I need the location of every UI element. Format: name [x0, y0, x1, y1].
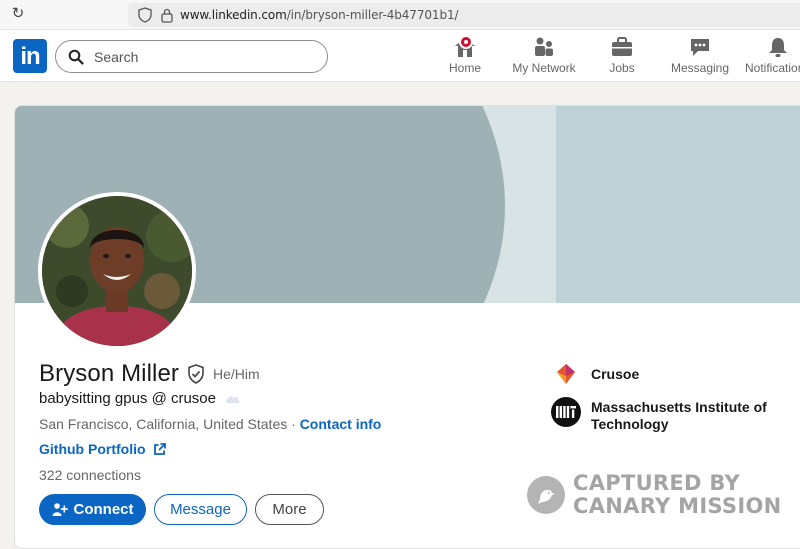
linkedin-logo[interactable]: in: [13, 39, 47, 73]
watermark-line-2: CANARY MISSION: [573, 494, 782, 518]
search-icon: [68, 49, 84, 65]
crusoe-logo-icon: [551, 362, 581, 386]
external-link-icon: [153, 442, 166, 455]
location-text: San Francisco, California, United States: [39, 416, 288, 432]
message-button[interactable]: Message: [154, 494, 247, 525]
nav-item-jobs[interactable]: Jobs: [600, 36, 644, 80]
top-navigation: in Home My Network Jobs Messaging Notifi…: [0, 30, 800, 82]
shield-icon[interactable]: [138, 7, 152, 23]
network-icon: [535, 37, 553, 56]
separator: ·: [287, 416, 300, 432]
connections-count: 322 connections: [39, 467, 141, 483]
portfolio-link[interactable]: Github Portfolio: [39, 441, 166, 457]
lock-icon[interactable]: [160, 7, 174, 23]
bell-icon: [769, 38, 787, 57]
search-input[interactable]: [94, 46, 314, 68]
mit-logo-icon: [551, 397, 581, 427]
location-row: San Francisco, California, United States…: [39, 416, 381, 432]
messaging-icon: [691, 39, 709, 56]
headline-text: babysitting gpus @ crusoe: [39, 390, 216, 407]
search-box[interactable]: [55, 40, 328, 73]
contact-info-link[interactable]: Contact info: [300, 416, 382, 432]
pronouns: He/Him: [213, 366, 260, 382]
profile-name-row: Bryson Miller He/Him: [39, 359, 260, 389]
more-button[interactable]: More: [255, 494, 324, 525]
profile-photo[interactable]: [38, 192, 196, 350]
org-mit[interactable]: Massachusetts Institute of Technology: [551, 397, 771, 433]
nav-item-label: Notifications: [745, 61, 800, 75]
org-name: Massachusetts Institute of Technology: [591, 399, 767, 432]
canary-bird-icon: [527, 476, 565, 514]
org-name: Crusoe: [591, 366, 640, 382]
profile-headline: babysitting gpus @ crusoe: [39, 390, 241, 407]
watermark-text: CAPTURED BY CANARY MISSION: [573, 472, 782, 518]
nav-item-label: Messaging: [670, 61, 730, 75]
address-bar[interactable]: www.linkedin.com/in/bryson-miller-4b4770…: [128, 3, 800, 27]
cloud-icon: [225, 395, 240, 403]
browser-toolbar: ↻ www.linkedin.com/in/bryson-miller-4b47…: [0, 0, 800, 30]
profile-name: Bryson Miller: [39, 360, 179, 387]
nav-item-label: Jobs: [609, 61, 635, 75]
connect-button[interactable]: Connect: [39, 494, 146, 525]
notification-badge: [459, 35, 473, 49]
nav-item-label: Home: [448, 61, 481, 75]
briefcase-icon: [612, 37, 632, 56]
nav-item-label: My Network: [512, 61, 576, 75]
nav-item-home[interactable]: Home: [440, 35, 490, 80]
canary-mission-watermark: CAPTURED BY CANARY MISSION: [527, 472, 782, 518]
nav-item-messaging[interactable]: Messaging: [669, 36, 731, 80]
url-host: www.linkedin.com: [180, 8, 287, 22]
nav-item-my-network[interactable]: My Network: [508, 36, 580, 80]
profile-card: Bryson Miller He/Him babysitting gpus @ …: [14, 105, 800, 549]
reload-icon[interactable]: ↻: [10, 6, 26, 22]
verified-badge-icon[interactable]: [187, 364, 205, 384]
org-crusoe[interactable]: Crusoe: [551, 362, 771, 386]
connect-button-label: Connect: [73, 501, 134, 518]
person-photo: [42, 196, 192, 346]
url-path: /in/bryson-miller-4b47701b1/: [286, 8, 459, 22]
nav-item-notifications[interactable]: Notifications: [743, 36, 800, 80]
watermark-line-1: CAPTURED BY: [573, 471, 741, 495]
url-text: www.linkedin.com/in/bryson-miller-4b4770…: [180, 8, 459, 22]
portfolio-link-text: Github Portfolio: [39, 441, 146, 457]
add-person-icon: [52, 502, 68, 516]
